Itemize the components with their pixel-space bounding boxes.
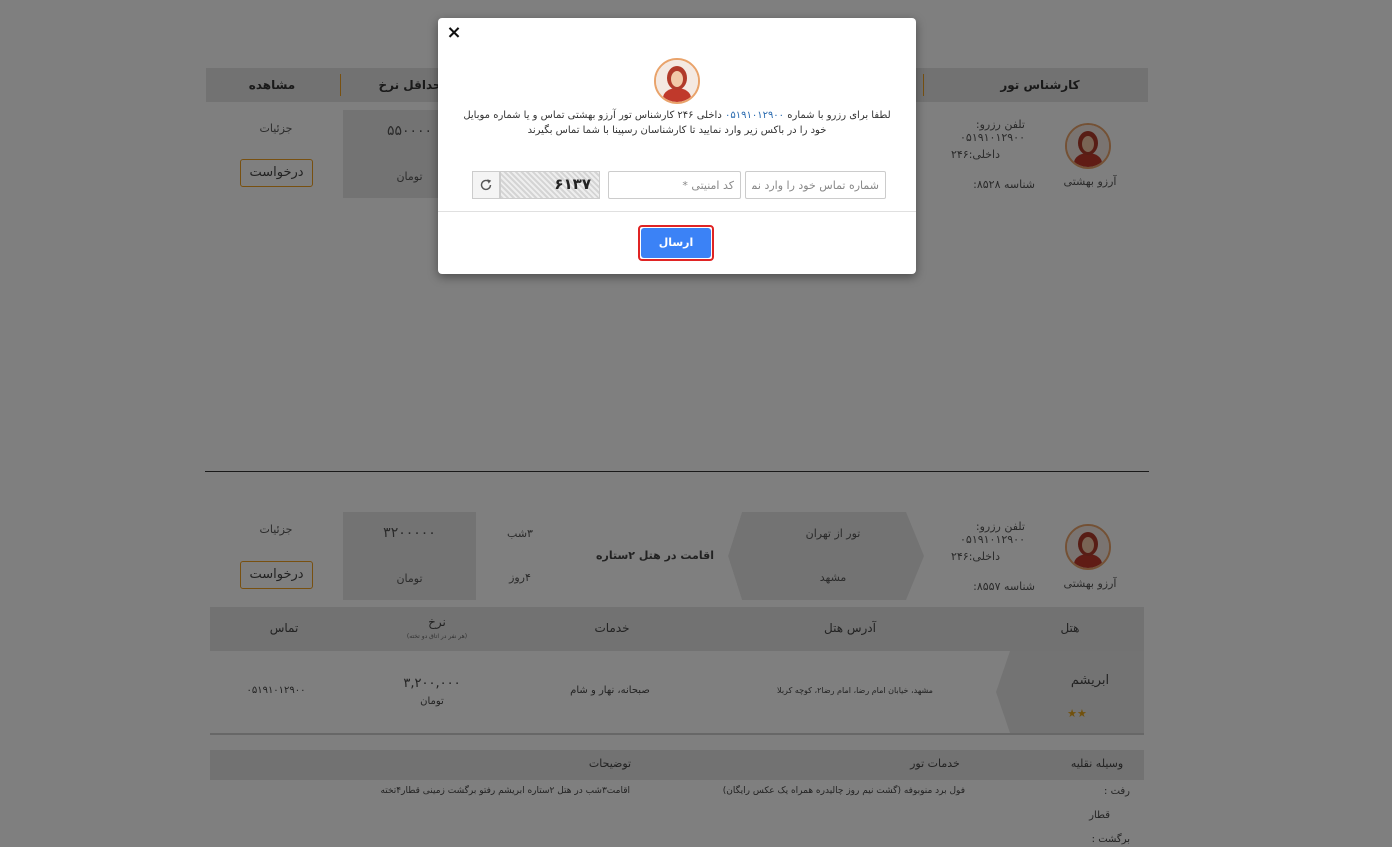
submit-button[interactable]: ارسال: [641, 228, 711, 258]
modal-message-before: لطفا برای رزرو با شماره: [787, 110, 891, 121]
person-icon: [656, 60, 698, 102]
captcha-input[interactable]: [608, 171, 741, 199]
phone-input[interactable]: [745, 171, 886, 199]
modal-message-phone[interactable]: ۰۵۱۹۱۰۱۲۹۰۰: [725, 110, 784, 121]
refresh-icon: [480, 179, 492, 191]
modal-message: لطفا برای رزرو با شماره ۰۵۱۹۱۰۱۲۹۰۰ داخل…: [456, 108, 898, 138]
captcha-text: ۶۱۳۷: [554, 175, 591, 193]
modal-divider: [438, 211, 916, 212]
expert-avatar: [654, 58, 700, 104]
refresh-captcha-button[interactable]: [472, 171, 500, 199]
close-icon[interactable]: ×: [446, 22, 462, 43]
contact-modal: × لطفا برای رزرو با شماره ۰۵۱۹۱۰۱۲۹۰۰ دا…: [438, 18, 916, 274]
captcha-image: ۶۱۳۷: [500, 171, 600, 199]
